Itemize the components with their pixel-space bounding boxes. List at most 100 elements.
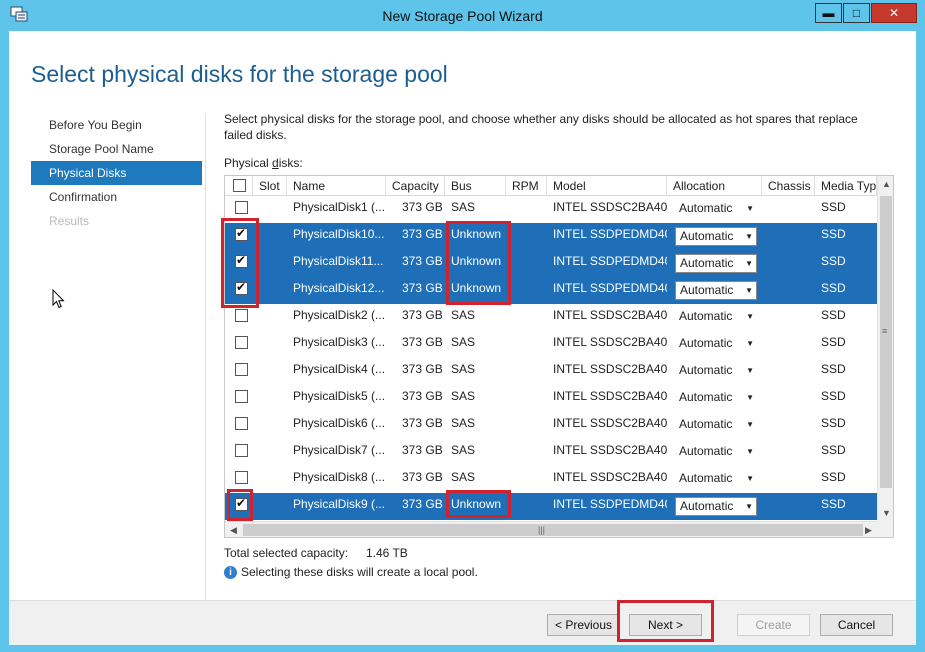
row-checkbox[interactable]: [235, 390, 248, 403]
row-checkbox[interactable]: [235, 280, 248, 295]
column-header-bus[interactable]: Bus: [445, 176, 506, 196]
table-row[interactable]: PhysicalDisk6 (... 373 GB SAS INTEL SSDSC2B…: [225, 412, 877, 439]
allocation-dropdown[interactable]: Automatic ▼: [675, 254, 757, 273]
cell-name: PhysicalDisk4 (...: [293, 362, 386, 376]
table-row[interactable]: PhysicalDisk5 (... 373 GB SAS INTEL SSDSC2B…: [225, 385, 877, 412]
column-header-name[interactable]: Name: [287, 176, 386, 196]
cell-capacity: 373 GB: [402, 254, 443, 268]
chevron-down-icon: ▼: [745, 502, 753, 511]
cell-name: PhysicalDisk3 (...: [293, 335, 386, 349]
column-header-rpm[interactable]: RPM: [506, 176, 547, 196]
wizard-footer: < Previous Next > Create Cancel: [9, 600, 916, 645]
chevron-down-icon: ▼: [745, 286, 753, 295]
table-row[interactable]: PhysicalDisk11... 373 GB Unknown INTEL SSDP…: [225, 250, 877, 277]
step-physical-disks[interactable]: Physical Disks: [31, 161, 202, 185]
row-checkbox[interactable]: [235, 336, 248, 349]
cell-capacity: 373 GB: [402, 281, 443, 295]
wizard-steps-nav: Before You Begin Storage Pool Name Physica…: [31, 113, 202, 233]
cell-capacity: 373 GB: [402, 443, 443, 457]
cell-capacity: 373 GB: [402, 308, 443, 322]
column-header-chassis[interactable]: Chassis: [762, 176, 815, 196]
cancel-button[interactable]: Cancel: [820, 614, 893, 636]
select-all-checkbox[interactable]: [233, 179, 246, 192]
physical-disks-grid[interactable]: Slot Name Capacity Bus RPM Model Allocation Cha…: [224, 175, 894, 538]
cell-capacity: 373 GB: [402, 200, 443, 214]
next-button[interactable]: Next >: [629, 614, 702, 636]
select-all-header[interactable]: [225, 176, 253, 196]
allocation-dropdown[interactable]: Automatic ▼: [675, 281, 757, 300]
step-storage-pool-name[interactable]: Storage Pool Name: [31, 137, 202, 161]
horizontal-scrollbar[interactable]: ◀ ||| ▶: [225, 521, 877, 537]
chevron-down-icon: ▼: [745, 259, 753, 268]
table-row[interactable]: PhysicalDisk4 (... 373 GB SAS INTEL SSDSC2B…: [225, 358, 877, 385]
allocation-dropdown[interactable]: Automatic ▼: [675, 497, 757, 516]
vertical-scrollbar[interactable]: ▲ ≡ ▼: [877, 176, 893, 521]
scroll-corner: [877, 521, 893, 537]
total-capacity-label: Total selected capacity:: [224, 546, 349, 560]
allocation-dropdown[interactable]: Automatic ▼: [675, 389, 757, 408]
chevron-down-icon: ▼: [746, 420, 754, 429]
total-capacity-value: 1.46 TB: [366, 546, 408, 560]
cell-bus: SAS: [451, 308, 476, 322]
cell-model: INTEL SSDPEDMD40: [553, 281, 667, 295]
step-before-you-begin[interactable]: Before You Begin: [31, 113, 202, 137]
row-checkbox[interactable]: [235, 471, 248, 484]
row-checkbox[interactable]: [235, 201, 248, 214]
window-title: New Storage Pool Wizard: [382, 8, 543, 24]
previous-button[interactable]: < Previous: [547, 614, 620, 636]
chevron-down-icon: ▼: [746, 366, 754, 375]
close-button[interactable]: ✕: [871, 3, 917, 23]
table-row[interactable]: PhysicalDisk8 (... 373 GB SAS INTEL SSDSC2B…: [225, 466, 877, 493]
row-checkbox[interactable]: [235, 253, 248, 268]
allocation-dropdown[interactable]: Automatic ▼: [675, 470, 757, 489]
horizontal-scroll-thumb[interactable]: [243, 524, 863, 536]
column-header-capacity[interactable]: Capacity: [386, 176, 445, 196]
allocation-dropdown[interactable]: Automatic ▼: [675, 200, 757, 219]
table-row[interactable]: PhysicalDisk2 (... 373 GB SAS INTEL SSDSC2B…: [225, 304, 877, 331]
allocation-dropdown[interactable]: Automatic ▼: [675, 308, 757, 327]
allocation-dropdown[interactable]: Automatic ▼: [675, 443, 757, 462]
vertical-scroll-thumb[interactable]: [880, 196, 892, 488]
column-header-slot[interactable]: Slot: [253, 176, 287, 196]
scroll-left-icon[interactable]: ◀: [225, 522, 242, 537]
cell-media: SSD: [821, 443, 846, 457]
cell-name: PhysicalDisk1 (...: [293, 200, 386, 214]
table-row[interactable]: PhysicalDisk10... 373 GB Unknown INTEL SSDP…: [225, 223, 877, 250]
scroll-right-icon[interactable]: ▶: [860, 522, 877, 537]
allocation-value: Automatic: [680, 499, 734, 513]
table-row[interactable]: PhysicalDisk7 (... 373 GB SAS INTEL SSDSC2B…: [225, 439, 877, 466]
table-row[interactable]: PhysicalDisk12... 373 GB Unknown INTEL SSDP…: [225, 277, 877, 304]
row-checkbox[interactable]: [235, 444, 248, 457]
allocation-dropdown[interactable]: Automatic ▼: [675, 335, 757, 354]
allocation-dropdown[interactable]: Automatic ▼: [675, 416, 757, 435]
row-checkbox[interactable]: [235, 363, 248, 376]
physical-disks-label: Physical disks:: [224, 156, 303, 170]
maximize-button[interactable]: □: [843, 3, 870, 23]
step-confirmation[interactable]: Confirmation: [31, 185, 202, 209]
mouse-cursor-icon: [52, 289, 65, 309]
table-row[interactable]: PhysicalDisk1 (... 373 GB SAS INTEL SSDSC2B…: [225, 196, 877, 223]
title-bar[interactable]: New Storage Pool Wizard ▬ □ ✕: [0, 0, 925, 30]
create-button[interactable]: Create: [737, 614, 810, 636]
allocation-value: Automatic: [679, 471, 733, 485]
allocation-value: Automatic: [679, 336, 733, 350]
cell-bus: SAS: [451, 200, 476, 214]
column-header-media-typ[interactable]: Media Typ: [815, 176, 877, 196]
allocation-dropdown[interactable]: Automatic ▼: [675, 362, 757, 381]
scroll-up-icon[interactable]: ▲: [878, 176, 893, 192]
row-checkbox[interactable]: [235, 417, 248, 430]
row-checkbox[interactable]: [235, 496, 248, 511]
table-row[interactable]: PhysicalDisk9 (... 373 GB Unknown INTEL SSD…: [225, 493, 877, 520]
cell-model: INTEL SSDSC2BA40: [553, 416, 667, 430]
chevron-down-icon: ▼: [746, 339, 754, 348]
row-checkbox[interactable]: [235, 226, 248, 241]
minimize-button[interactable]: ▬: [815, 3, 842, 23]
table-row[interactable]: PhysicalDisk3 (... 373 GB SAS INTEL SSDSC2B…: [225, 331, 877, 358]
scroll-down-icon[interactable]: ▼: [878, 505, 893, 521]
row-checkbox[interactable]: [235, 309, 248, 322]
cell-model: INTEL SSDSC2BA40: [553, 308, 667, 322]
cell-media: SSD: [821, 362, 846, 376]
allocation-dropdown[interactable]: Automatic ▼: [675, 227, 757, 246]
column-header-allocation[interactable]: Allocation: [667, 176, 762, 196]
column-header-model[interactable]: Model: [547, 176, 667, 196]
